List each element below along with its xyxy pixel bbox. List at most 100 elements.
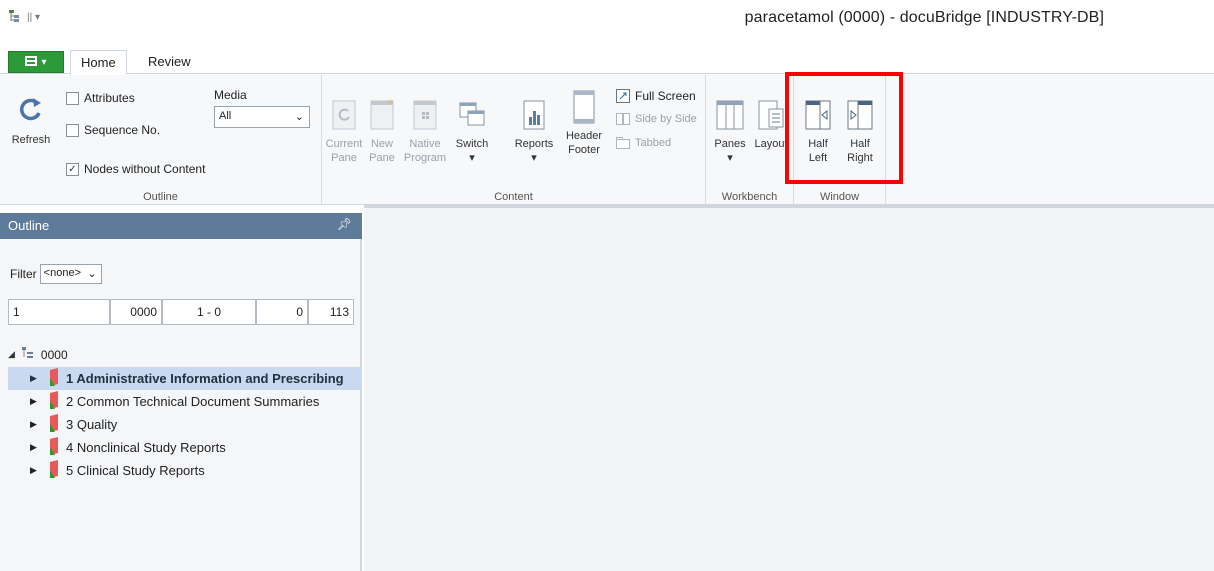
tree-item-module-5[interactable]: ▶ 5 Clinical Study Reports (8, 459, 362, 482)
new-pane-label-2: Pane (369, 152, 395, 164)
refresh-label: Refresh (11, 134, 51, 146)
tree-item-label: 3 Quality (66, 417, 118, 432)
application-menu-button[interactable]: ▾ (8, 51, 64, 73)
window-title: paracetamol (0000) - docuBridge [INDUSTR… (744, 9, 1104, 26)
customize-toolbar-icon[interactable]: || ▾ (27, 12, 40, 23)
collapsed-arrow-icon: ▶ (30, 465, 37, 475)
svg-text:✳: ✳ (387, 98, 394, 107)
nodes-without-content-checkbox[interactable]: ✓ Nodes without Content (66, 162, 205, 176)
tree-item-label: 5 Clinical Study Reports (66, 463, 205, 478)
switch-button[interactable]: Switch ▾ (452, 97, 492, 165)
outline-panel-title: Outline (8, 218, 50, 233)
title-bar: || ▾ paracetamol (0000) - docuBridge [IN… (0, 0, 1214, 40)
sequence-no-checkbox[interactable]: Sequence No. (66, 123, 160, 137)
native-program-label-1: Native (409, 138, 441, 150)
sequence-field-4[interactable]: 0 (256, 299, 308, 325)
tree-item-module-4[interactable]: ▶ 4 Nonclinical Study Reports (8, 436, 362, 459)
native-program-icon (413, 100, 437, 130)
layout-label: Layout (754, 138, 788, 150)
workbench-group: Panes ▾ Layout Workbench (706, 75, 794, 205)
tree-item-module-2[interactable]: ▶ 2 Common Technical Document Summaries (8, 390, 362, 413)
filter-row: Filter <none> ⌄ (10, 264, 102, 284)
tree-item-label: 2 Common Technical Document Summaries (66, 394, 320, 409)
chevron-down-icon: ⌄ (87, 268, 97, 280)
full-screen-button[interactable]: Full Screen (616, 89, 696, 103)
outline-panel-header: Outline 📌︎ (0, 213, 362, 239)
chevron-down-icon: ▾ (727, 152, 733, 164)
sequence-field-2[interactable]: 0000 (110, 299, 162, 325)
sequence-field-5[interactable]: 113 (308, 299, 354, 325)
switch-icon (459, 102, 485, 126)
filter-value: <none> (43, 267, 81, 279)
header-footer-label-1: Header (565, 130, 603, 142)
full-screen-label: Full Screen (635, 89, 696, 103)
current-pane-label-2: Pane (331, 152, 357, 164)
window-group-label: Window (819, 191, 860, 203)
checkbox-box (66, 123, 79, 137)
content-group: Current Pane ✳ New Pane Native Program S… (322, 75, 706, 205)
media-label: Media (214, 88, 247, 102)
tab-home[interactable]: Home (70, 50, 127, 75)
expanded-arrow-icon: ◢ (8, 349, 15, 359)
new-pane-button[interactable]: ✳ New Pane (366, 97, 398, 165)
outline-group: Refresh Attributes Sequence No. ✓ Nodes … (0, 75, 322, 205)
app-menu-icon (25, 55, 38, 69)
media-dropdown[interactable]: All ⌄ (214, 106, 310, 128)
refresh-button[interactable]: Refresh (6, 93, 56, 147)
full-screen-icon (616, 89, 630, 103)
panes-icon (716, 100, 744, 130)
outline-panel: Filter <none> ⌄ 1 0000 1 - 0 0 113 ◢ 000… (0, 239, 362, 571)
reports-button[interactable]: Reports ▾ (514, 97, 554, 165)
panes-label: Panes (714, 138, 746, 150)
current-pane-icon (332, 100, 356, 130)
tabbed-icon (616, 137, 630, 149)
native-program-button[interactable]: Native Program (402, 97, 448, 165)
tree-app-icon[interactable] (8, 8, 24, 27)
sequence-field-1[interactable]: 1 (8, 299, 110, 325)
tree-root[interactable]: ◢ 0000 (8, 346, 68, 363)
tab-review[interactable]: Review (138, 50, 201, 75)
header-footer-icon (573, 90, 595, 124)
sequence-no-label: Sequence No. (84, 123, 161, 137)
outline-tree: ▶ 1 Administrative Information and Presc… (8, 367, 362, 482)
attributes-label: Attributes (84, 91, 135, 105)
tree-item-label: 4 Nonclinical Study Reports (66, 440, 226, 455)
tree-root-label: 0000 (40, 347, 68, 362)
filter-label: Filter (10, 267, 37, 281)
quick-access-toolbar: || ▾ (8, 8, 40, 27)
content-group-label: Content (494, 191, 533, 203)
header-footer-button[interactable]: Header Footer (562, 89, 606, 157)
media-value: All (219, 110, 232, 122)
sequence-fields: 1 0000 1 - 0 0 113 (8, 299, 354, 325)
chevron-down-icon: ▾ (469, 152, 475, 164)
reports-label: Reports (514, 138, 554, 150)
tree-item-module-1[interactable]: ▶ 1 Administrative Information and Presc… (8, 367, 362, 390)
collapsed-arrow-icon: ▶ (30, 419, 37, 429)
side-by-side-icon (616, 113, 630, 125)
tree-item-module-3[interactable]: ▶ 3 Quality (8, 413, 362, 436)
highlight-box (785, 72, 903, 184)
filter-dropdown[interactable]: <none> ⌄ (39, 264, 102, 284)
attributes-checkbox[interactable]: Attributes (66, 91, 135, 105)
pin-icon[interactable]: 📌︎ (337, 217, 352, 231)
refresh-icon (20, 98, 41, 121)
header-footer-label-2: Footer (568, 144, 600, 156)
nodes-without-content-label: Nodes without Content (84, 162, 206, 176)
current-pane-button[interactable]: Current Pane (326, 97, 362, 165)
new-pane-label-1: New (370, 138, 393, 150)
collapsed-arrow-icon: ▶ (30, 396, 37, 406)
workspace-area (364, 205, 1214, 571)
ribbon-tab-row: ▾ Home Review (0, 46, 1214, 75)
checkbox-box (66, 91, 79, 105)
side-by-side-button[interactable]: Side by Side (616, 113, 697, 125)
sequence-field-3[interactable]: 1 - 0 (162, 299, 256, 325)
tabbed-button[interactable]: Tabbed (616, 137, 671, 149)
panes-button[interactable]: Panes ▾ (710, 97, 750, 165)
switch-label: Switch (455, 138, 489, 150)
folder-icon (48, 391, 62, 412)
ribbon: Refresh Attributes Sequence No. ✓ Nodes … (0, 75, 1214, 205)
collapsed-arrow-icon: ▶ (30, 442, 37, 452)
side-by-side-label: Side by Side (635, 113, 697, 125)
layout-icon (758, 100, 784, 130)
workbench-group-label: Workbench (721, 191, 778, 203)
